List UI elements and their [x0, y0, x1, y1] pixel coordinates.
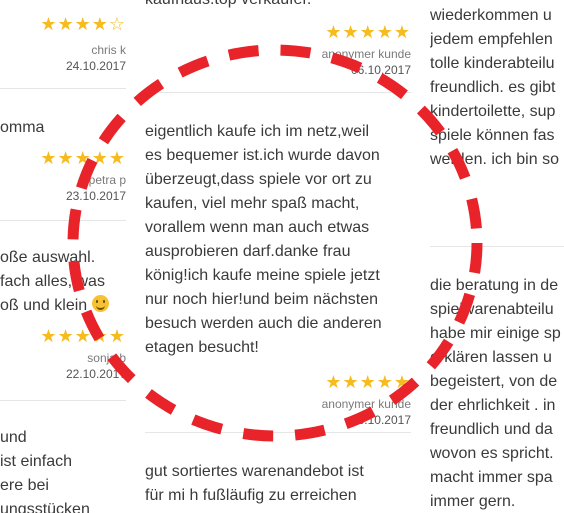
review-text: nur noch hier!und beim nächsten — [145, 291, 379, 308]
review-date: 24.10.2017 — [65, 59, 126, 73]
review-card: ★★★★☆ chris k 24.10.2017 — [0, 14, 126, 74]
review-text: freundlich und da — [430, 421, 553, 438]
review-card: ★★★★★ anonymer kunde 06.10.2017 — [145, 22, 411, 78]
review-text: für mi h fußläufig zu erreichen — [145, 487, 357, 504]
review-divider — [145, 92, 411, 93]
review-divider — [145, 432, 411, 433]
star-rating: ★★★★★ — [325, 22, 411, 42]
review-card: und ist einfach ere bei ungsstücken — [0, 426, 126, 513]
review-text: habe mir einige sp — [430, 325, 561, 342]
review-text: ere bei — [0, 477, 49, 494]
review-text: wiederkommen u — [430, 7, 552, 24]
review-text: tolle kinderabteilu — [430, 55, 555, 72]
review-card: eigentlich kaufe ich im netz,weil es beq… — [145, 120, 411, 428]
review-text: etagen besucht! — [145, 339, 259, 356]
review-text: begeistert, von de — [430, 373, 558, 390]
middle-review-column: kaufhaus.top verkäufer. ★★★★★ anonymer k… — [145, 0, 411, 513]
review-text: es bequemer ist.ich wurde davon — [145, 147, 380, 164]
review-text: kindertoilette, sup — [430, 103, 556, 120]
review-card: die beratung in de spielwarenabteilu hab… — [430, 274, 564, 513]
review-text: überzeugt,dass spiele vor ort zu — [145, 171, 372, 188]
review-text: kaufhaus.top verkäufer. — [145, 0, 411, 12]
review-text: der ehrlichkeit . in — [430, 397, 556, 414]
review-text: omma — [0, 119, 45, 136]
review-text: gut sortiertes warenandebot ist — [145, 463, 364, 480]
review-text: immer gern. — [430, 493, 516, 510]
review-text: spiele können fas — [430, 127, 555, 144]
review-text: macht immer spa — [430, 469, 553, 486]
review-text: ist einfach — [0, 453, 73, 470]
review-card: oße auswahl. fach alles, was oß und klei… — [0, 246, 126, 382]
review-text: ausprobieren darf.danke frau — [145, 243, 351, 260]
review-card: omma ★★★★★ petra p 23.10.2017 — [0, 116, 126, 204]
review-text: eigentlich kaufe ich im netz,weil — [145, 123, 370, 140]
review-divider — [0, 88, 126, 89]
star-rating: ★★★★★ — [325, 372, 411, 392]
review-author: petra p — [88, 173, 126, 187]
review-text: fach alles, was — [0, 273, 105, 290]
review-card: gut sortiertes warenandebot ist für mi h… — [145, 460, 411, 508]
star-rating: ★★★★★ — [40, 326, 126, 346]
review-text: spielwarenabteilu — [430, 301, 554, 318]
review-divider — [430, 246, 564, 247]
review-date: 06.10.2017 — [350, 413, 411, 427]
review-text: und — [0, 429, 27, 446]
review-text: wovon es spricht. — [430, 445, 554, 462]
review-text: ungsstücken — [0, 501, 90, 513]
star-rating: ★★★★★ — [40, 148, 126, 168]
review-author: chris k — [91, 43, 126, 57]
review-author: anonymer kunde — [321, 47, 411, 61]
review-text: könig!ich kaufe meine spiele jetzt — [145, 267, 380, 284]
right-review-column: wiederkommen u jedem empfehlen tolle kin… — [430, 0, 564, 513]
review-text: die beratung in de — [430, 277, 559, 294]
review-author: sonja b — [87, 351, 126, 365]
review-text: freundlich. es gibt — [430, 79, 556, 96]
review-text: erklären lassen u — [430, 349, 552, 366]
review-text: vorallem wenn man auch etwas — [145, 219, 370, 236]
review-text: oße auswahl. — [0, 249, 96, 266]
review-date: 06.10.2017 — [350, 63, 411, 77]
smiley-emoji-icon — [91, 295, 109, 312]
review-text: oß und klein — [0, 294, 126, 318]
star-rating: ★★★★☆ — [40, 14, 126, 34]
review-card: wiederkommen u jedem empfehlen tolle kin… — [430, 4, 564, 172]
review-text: besuch werden auch die anderen — [145, 315, 382, 332]
review-divider — [0, 400, 126, 401]
review-date: 22.10.2017 — [65, 367, 126, 381]
review-text: jedem empfehlen — [430, 31, 553, 48]
review-text: kaufen, viel mehr spaß macht, — [145, 195, 360, 212]
review-text: werden. ich bin so — [430, 151, 559, 168]
left-review-column: ★★★★☆ chris k 24.10.2017 omma ★★★★★ petr… — [0, 0, 126, 513]
review-date: 23.10.2017 — [65, 189, 126, 203]
review-divider — [0, 220, 126, 221]
review-author: anonymer kunde — [321, 397, 411, 411]
